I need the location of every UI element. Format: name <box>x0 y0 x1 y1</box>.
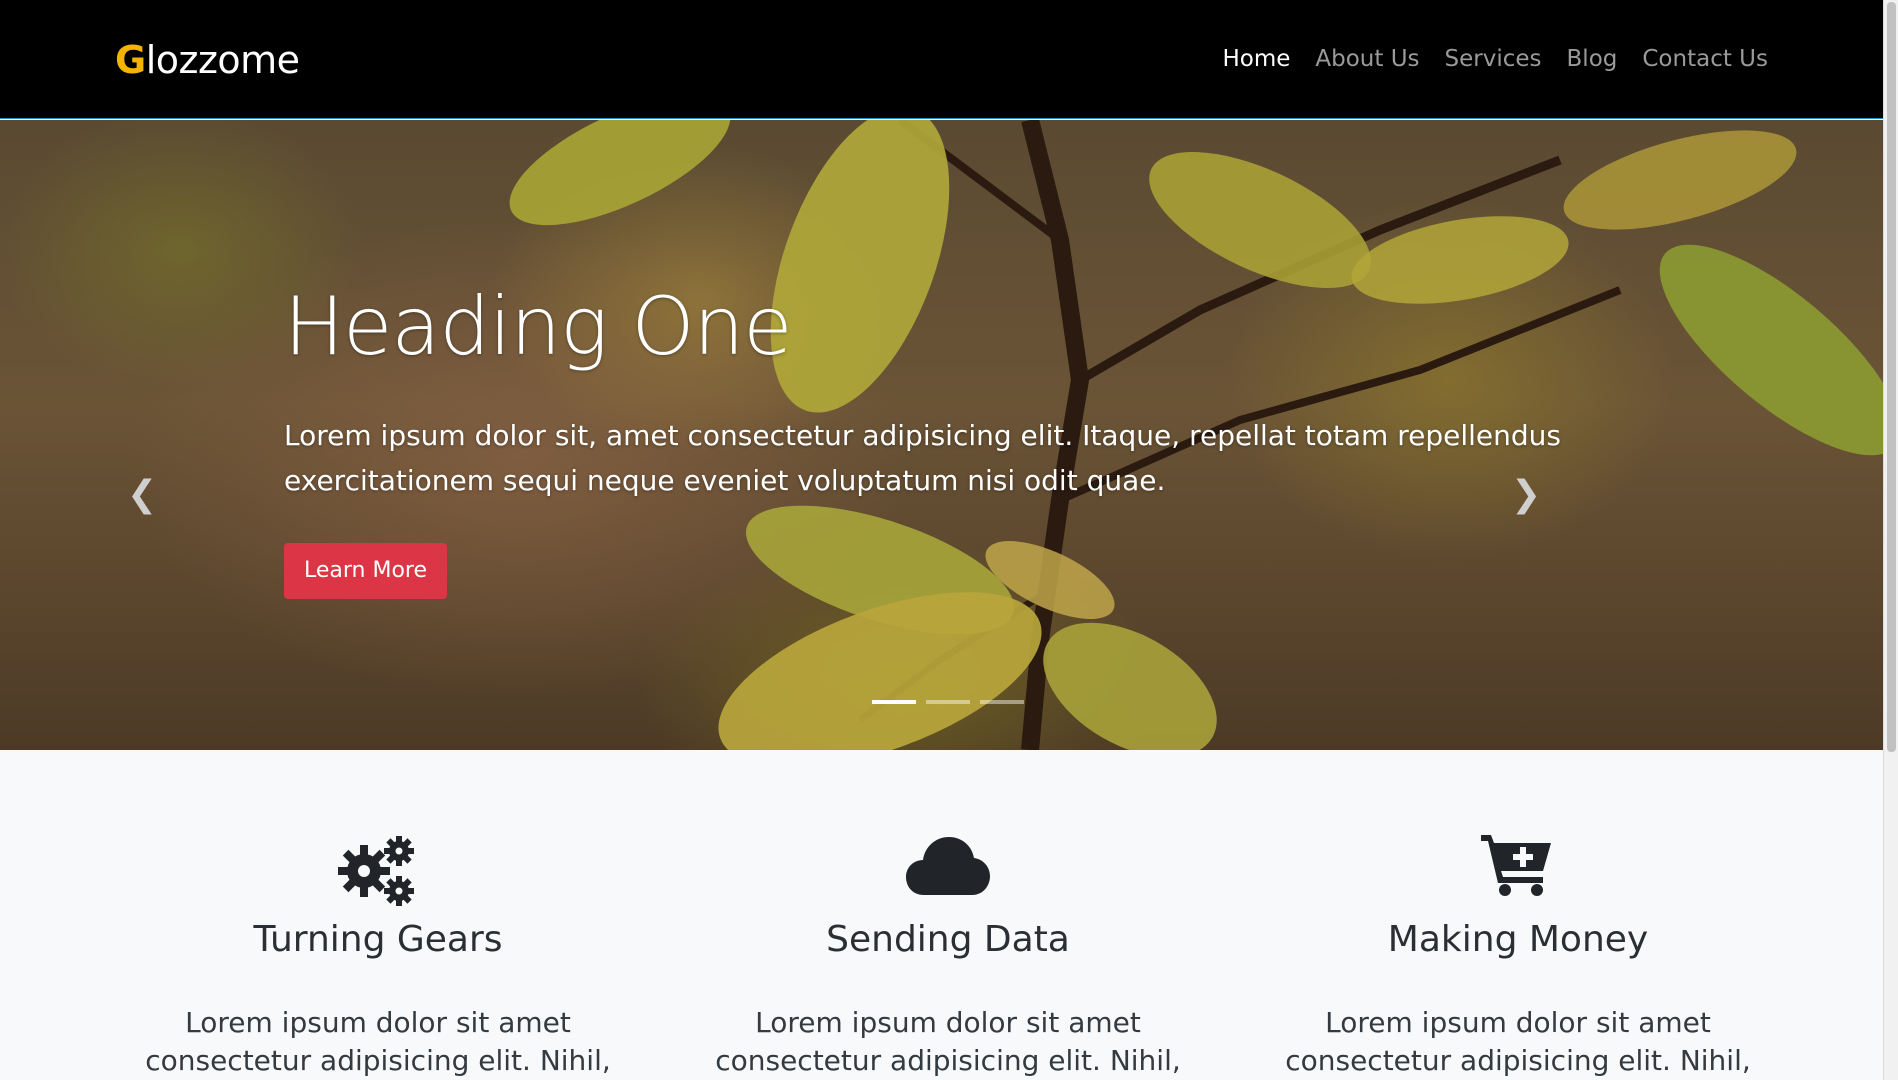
brand-logo[interactable]: Glozzome <box>115 38 300 82</box>
carousel-indicator-1[interactable] <box>872 700 916 704</box>
cart-plus-icon <box>1258 833 1778 913</box>
hero-text: Lorem ipsum dolor sit, amet consectetur … <box>284 419 1561 497</box>
nav-link-blog[interactable]: Blog <box>1567 46 1618 72</box>
feature-card: Sending Data Lorem ipsum dolor sit amet … <box>688 833 1208 1080</box>
brand-name: lozzome <box>145 38 300 82</box>
navbar: Glozzome Home About Us Services Blog Con… <box>0 0 1898 119</box>
learn-more-button[interactable]: Learn More <box>284 543 448 599</box>
cloud-icon <box>688 833 1208 913</box>
scrollbar[interactable] <box>1883 0 1898 1080</box>
feature-title: Making Money <box>1387 919 1649 960</box>
feature-title: Sending Data <box>826 919 1070 960</box>
nav-link-contact-us[interactable]: Contact Us <box>1642 46 1768 72</box>
carousel-indicator-2[interactable] <box>926 700 970 704</box>
feature-title: Turning Gears <box>253 919 503 960</box>
hero-carousel: ❮ ❯ Heading One Lorem ipsum dolor sit, a… <box>0 120 1898 750</box>
nav-link-services[interactable]: Services <box>1445 46 1542 72</box>
feature-text: Lorem ipsum dolor sit amet consectetur a… <box>715 1006 1181 1077</box>
feature-text: Lorem ipsum dolor sit amet consectetur a… <box>145 1006 611 1077</box>
carousel-indicator-3[interactable] <box>980 700 1024 704</box>
nav-link-about-us[interactable]: About Us <box>1315 46 1419 72</box>
brand-initial: G <box>115 38 146 82</box>
content: Glozzome Home About Us Services Blog Con… <box>0 0 1898 1080</box>
feature-text: Lorem ipsum dolor sit amet consectetur a… <box>1285 1006 1751 1077</box>
hero-caption: Heading One Lorem ipsum dolor sit, amet … <box>284 280 1624 599</box>
hero-heading: Heading One <box>284 280 792 373</box>
gears-icon <box>118 833 638 913</box>
page: Glozzome Home About Us Services Blog Con… <box>0 0 1898 1080</box>
feature-card: Making Money Lorem ipsum dolor sit amet … <box>1258 833 1778 1080</box>
nav-link-home[interactable]: Home <box>1222 46 1290 72</box>
nav-menu: Home About Us Services Blog Contact Us <box>1222 46 1768 72</box>
feature-card: Turning Gears Lorem ipsum dolor sit amet… <box>118 833 638 1080</box>
carousel-indicators <box>872 700 1024 704</box>
features-section: Turning Gears Lorem ipsum dolor sit amet… <box>0 750 1898 1080</box>
carousel-prev-icon[interactable]: ❮ <box>127 475 157 515</box>
scrollbar-thumb[interactable] <box>1887 2 1896 752</box>
